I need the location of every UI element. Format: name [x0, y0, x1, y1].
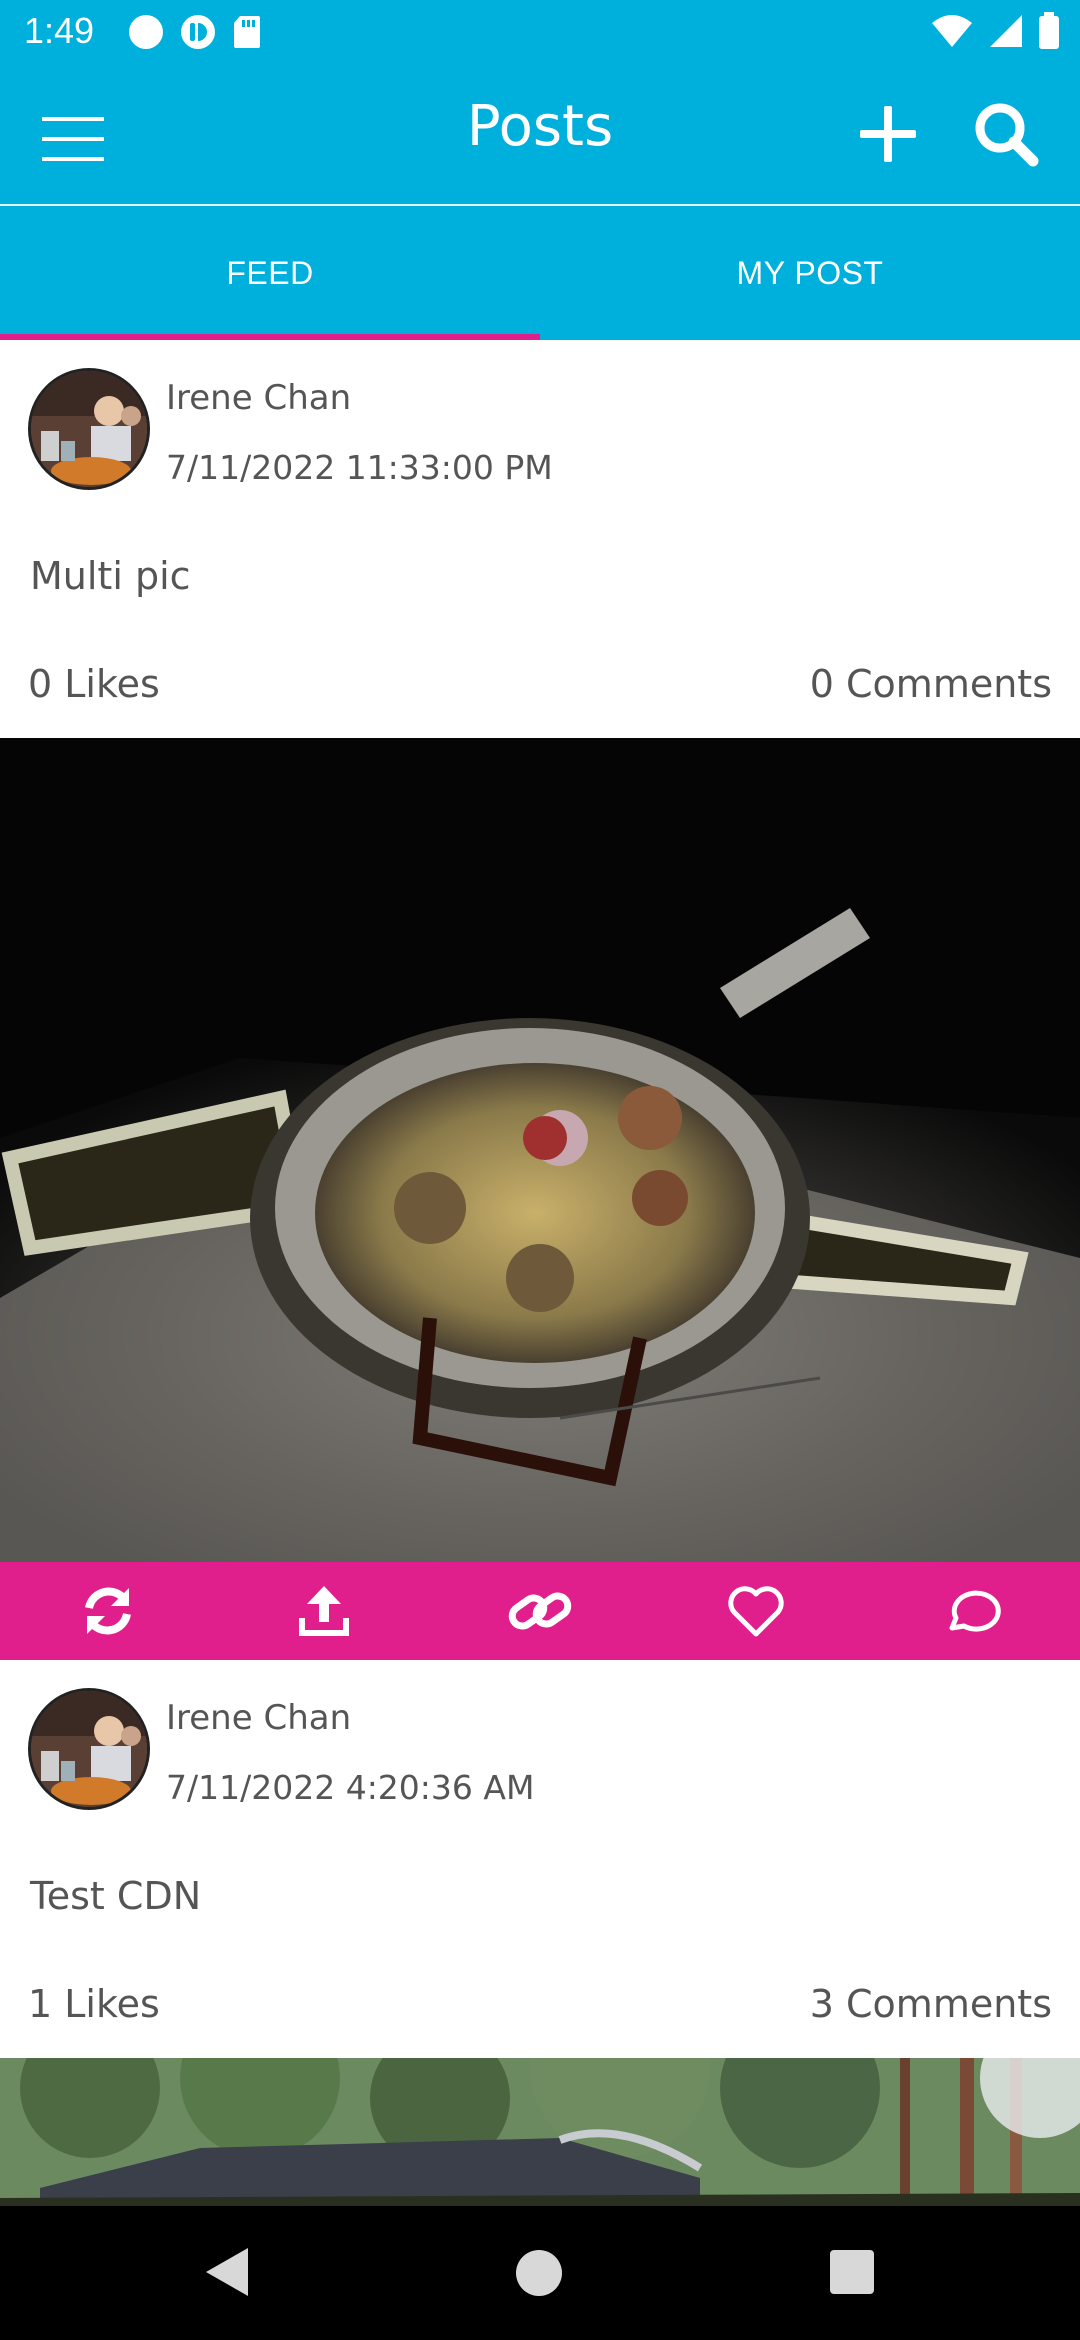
- link-icon: [508, 1592, 572, 1630]
- comment-icon: [949, 1590, 1001, 1632]
- sd-card-icon: [234, 16, 260, 48]
- like-button[interactable]: [711, 1566, 801, 1656]
- wifi-icon: [932, 15, 972, 47]
- app-bar: Posts: [0, 66, 1080, 206]
- share-button[interactable]: [279, 1566, 369, 1656]
- plus-icon: [860, 106, 916, 162]
- search-button[interactable]: [964, 92, 1048, 176]
- post-photo: [0, 738, 1080, 1562]
- post-date: 7/11/2022 4:20:36 AM: [166, 1768, 535, 1807]
- rss-icon: [181, 15, 215, 49]
- tab-feed-label: FEED: [226, 254, 314, 291]
- status-icons-right: [930, 12, 1060, 50]
- post-photo-image: [0, 2058, 1080, 2206]
- copy-link-button[interactable]: [495, 1566, 585, 1656]
- post-author[interactable]: Irene Chan: [166, 1698, 351, 1738]
- circle-icon: [129, 15, 163, 49]
- post-photo[interactable]: [0, 2058, 1080, 2206]
- post-card[interactable]: Irene Chan 7/11/2022 11:33:00 PM Multi p…: [0, 340, 1080, 738]
- post-action-bar: [0, 1562, 1080, 1660]
- heart-icon: [728, 1586, 784, 1637]
- status-time: 1:49: [24, 10, 95, 51]
- add-post-button[interactable]: [846, 92, 930, 176]
- search-icon: [975, 103, 1039, 167]
- avatar-image: [31, 1691, 147, 1807]
- battery-icon: [1039, 12, 1059, 49]
- post-text: Multi pic: [30, 554, 191, 598]
- screen: 1:49 Posts FEED MY POST Irene Chan 7/11/…: [0, 0, 1080, 2340]
- post-photo-carousel[interactable]: [0, 738, 1080, 1562]
- tab-my-post-label: MY POST: [736, 254, 884, 291]
- avatar[interactable]: [28, 368, 150, 490]
- comments-count[interactable]: 3 Comments: [810, 1982, 1052, 2026]
- comments-count[interactable]: 0 Comments: [810, 662, 1052, 706]
- post-text: Test CDN: [30, 1874, 202, 1918]
- post-author[interactable]: Irene Chan: [166, 378, 351, 418]
- recents-button[interactable]: [830, 2250, 874, 2294]
- back-icon[interactable]: [196, 2242, 256, 2302]
- tab-feed[interactable]: FEED: [0, 206, 540, 340]
- system-nav-bar: [0, 2206, 1080, 2340]
- signal-icon: [990, 15, 1022, 47]
- post-card[interactable]: Irene Chan 7/11/2022 4:20:36 AM Test CDN…: [0, 1660, 1080, 2058]
- tab-bar: FEED MY POST: [0, 206, 1080, 340]
- tab-my-post[interactable]: MY POST: [540, 206, 1080, 340]
- status-icons-left: [128, 14, 262, 50]
- home-button[interactable]: [516, 2250, 562, 2296]
- likes-count[interactable]: 1 Likes: [28, 1982, 160, 2026]
- avatar[interactable]: [28, 1688, 150, 1810]
- avatar-image: [31, 371, 147, 487]
- upload-icon: [299, 1586, 349, 1636]
- comment-button[interactable]: [927, 1566, 1017, 1656]
- post-date: 7/11/2022 11:33:00 PM: [166, 448, 553, 487]
- likes-count[interactable]: 0 Likes: [28, 662, 160, 706]
- refresh-icon: [85, 1587, 131, 1635]
- status-bar: 1:49: [0, 0, 1080, 66]
- repost-button[interactable]: [63, 1566, 153, 1656]
